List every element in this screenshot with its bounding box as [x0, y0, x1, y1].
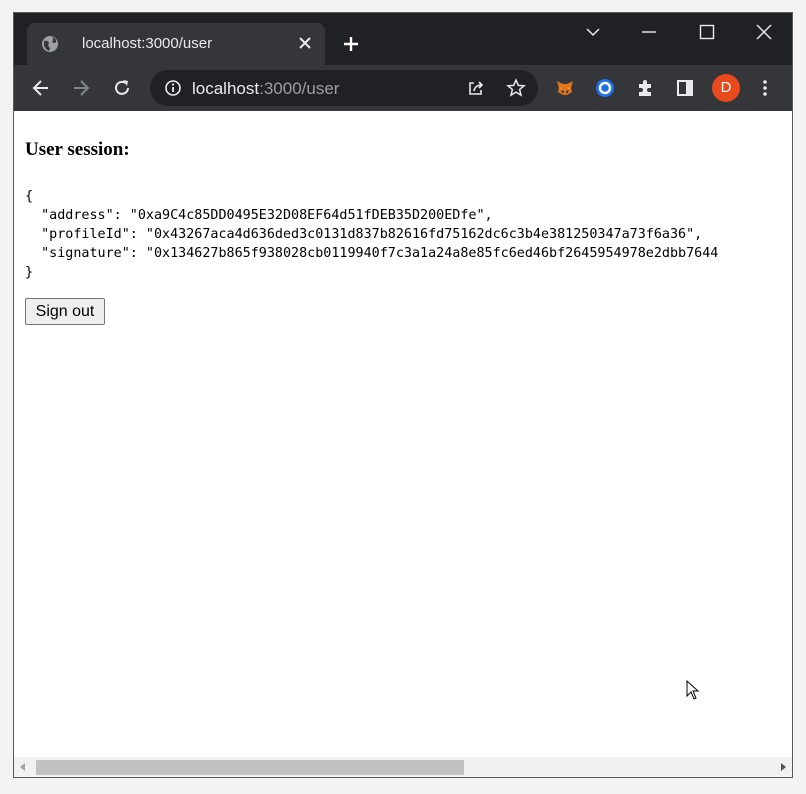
page-heading: User session:: [25, 139, 130, 161]
maximize-icon[interactable]: [698, 23, 716, 41]
share-icon[interactable]: [466, 78, 486, 98]
session-json: { "address": "0xa9C4c85DD0495E32D08EF64d…: [25, 187, 718, 282]
side-panel-icon[interactable]: [675, 78, 695, 98]
forward-arrow-icon[interactable]: [71, 78, 91, 98]
url-host: localhost: [192, 79, 259, 98]
horizontal-scrollbar[interactable]: [14, 757, 792, 777]
puzzle-icon[interactable]: [635, 78, 655, 98]
back-arrow-icon[interactable]: [31, 78, 51, 98]
globe-icon: [41, 35, 59, 53]
browser-tab[interactable]: localhost:3000/user: [27, 23, 325, 65]
sign-out-button[interactable]: Sign out: [25, 298, 105, 325]
circle-extension-icon[interactable]: [595, 78, 615, 98]
close-tab-icon[interactable]: [297, 35, 313, 51]
mouse-cursor-icon: [686, 680, 700, 700]
tab-strip: localhost:3000/user: [14, 13, 792, 65]
close-window-icon[interactable]: [755, 23, 773, 41]
reload-icon[interactable]: [112, 78, 132, 98]
browser-toolbar: localhost:3000/user D: [14, 65, 792, 111]
chevron-down-icon[interactable]: [584, 23, 602, 41]
address-bar[interactable]: localhost:3000/user: [150, 70, 538, 106]
new-tab-plus-icon[interactable]: [342, 35, 360, 53]
kebab-menu-icon[interactable]: [755, 78, 775, 98]
scroll-right-icon[interactable]: [778, 762, 788, 772]
profile-avatar[interactable]: D: [712, 74, 740, 102]
url-text[interactable]: localhost:3000/user: [192, 79, 339, 99]
tab-title: localhost:3000/user: [82, 35, 212, 52]
page-content: User session: { "address": "0xa9C4c85DD0…: [14, 111, 792, 757]
scrollbar-thumb[interactable]: [36, 760, 464, 775]
minimize-icon[interactable]: [640, 23, 658, 41]
info-icon[interactable]: [164, 79, 182, 97]
star-icon[interactable]: [506, 78, 526, 98]
scroll-left-icon[interactable]: [18, 762, 28, 772]
browser-window: localhost:3000/user: [13, 12, 793, 778]
fox-icon[interactable]: [555, 78, 575, 98]
url-path: :3000/user: [259, 79, 339, 98]
